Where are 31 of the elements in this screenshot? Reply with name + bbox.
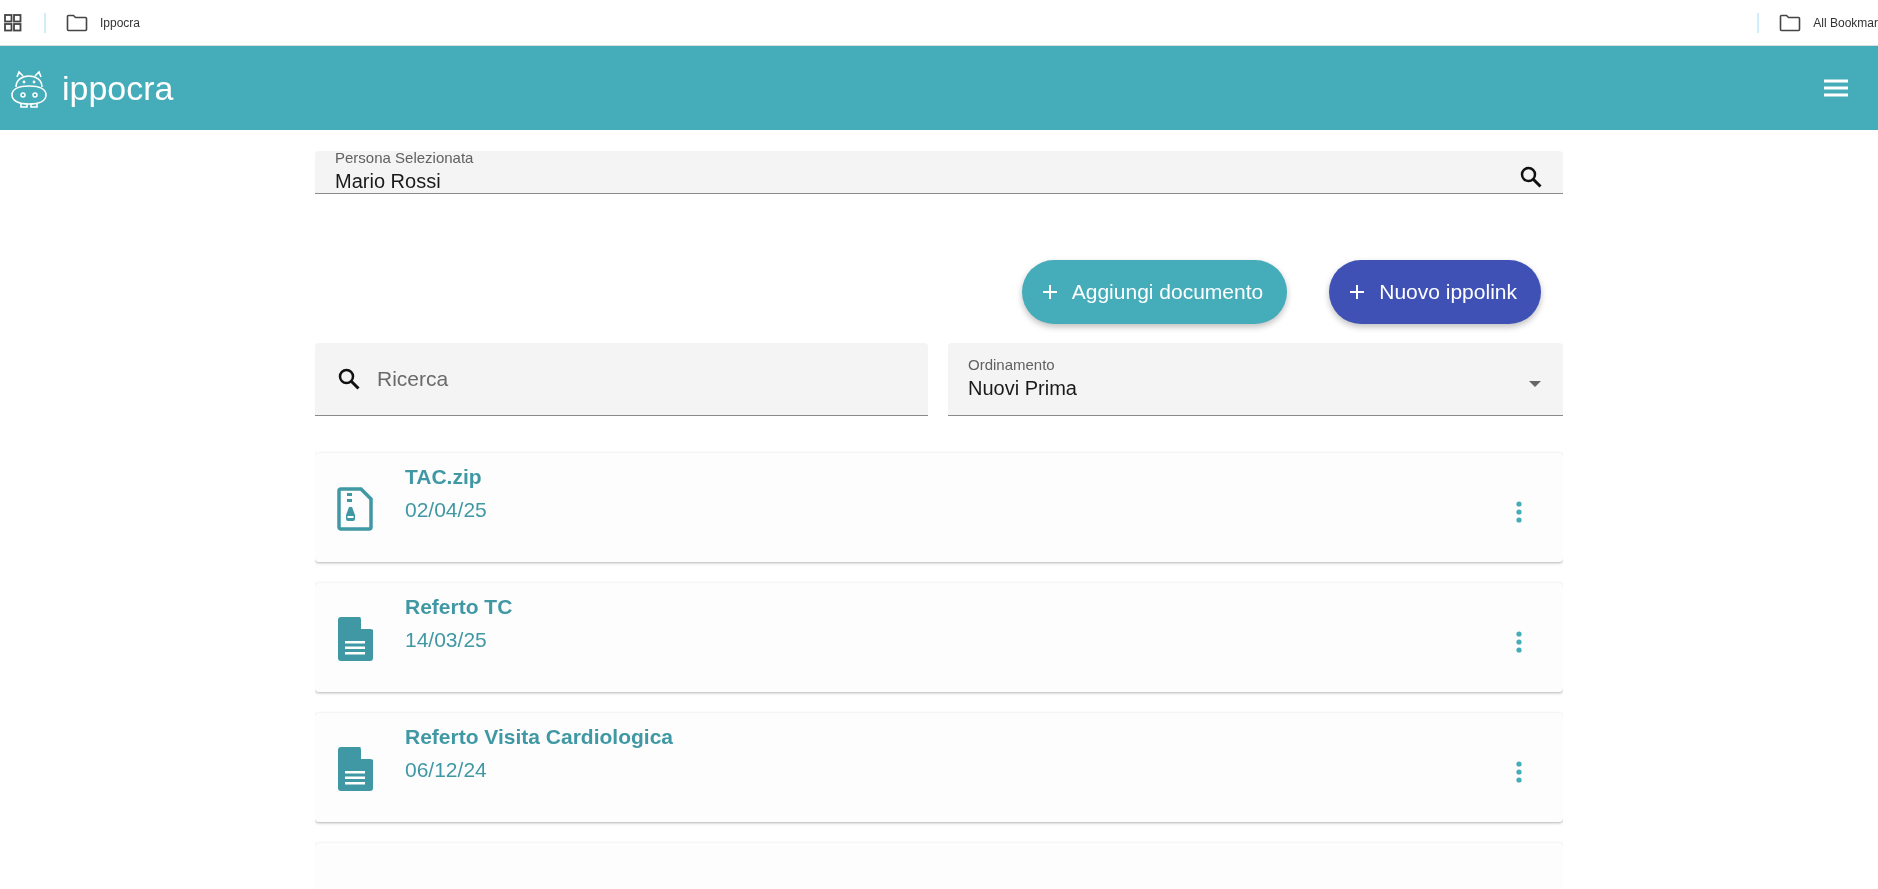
document-title: Referto Visita Cardiologica bbox=[405, 725, 675, 749]
document-date: 02/04/25 bbox=[405, 498, 488, 522]
action-button[interactable]: Nuovo ippolink bbox=[1329, 260, 1541, 324]
search-field[interactable]: Ricerca bbox=[315, 343, 928, 416]
bookmark-link[interactable]: Ippocra bbox=[100, 15, 141, 30]
plus-icon bbox=[1041, 284, 1058, 300]
document-icon bbox=[337, 617, 373, 661]
zip-file-icon bbox=[337, 487, 373, 531]
search-icon bbox=[1519, 165, 1543, 189]
bookmark-link[interactable]: All Bookmar bbox=[1813, 15, 1878, 30]
folder-icon bbox=[66, 13, 88, 32]
more-options-icon bbox=[1515, 501, 1523, 523]
plus-icon bbox=[1349, 284, 1366, 300]
app-title: ippocra bbox=[62, 68, 174, 108]
field-label: Persona Selezionata bbox=[335, 151, 475, 166]
document-icon bbox=[337, 747, 373, 791]
document-title: TAC.zip bbox=[405, 465, 483, 489]
field-value: Nuovi Prima bbox=[968, 377, 1078, 400]
apps-grid-icon[interactable] bbox=[4, 13, 22, 32]
dropdown-caret-icon bbox=[1529, 381, 1541, 387]
more-options-icon bbox=[1515, 761, 1523, 783]
document-date: 06/12/24 bbox=[405, 758, 488, 782]
document-title: Referto TC bbox=[405, 595, 514, 619]
more-options-icon bbox=[1515, 631, 1523, 653]
document-date: 14/03/25 bbox=[405, 628, 488, 652]
field-value: Mario Rossi bbox=[335, 170, 442, 193]
sort-select[interactable]: Ordinamento Nuovi Prima bbox=[948, 343, 1563, 416]
folder-icon bbox=[1779, 13, 1802, 32]
search-icon bbox=[337, 367, 361, 391]
field-label: Ordinamento bbox=[968, 356, 1056, 373]
person-field[interactable]: Persona Selezionata Mario Rossi bbox=[315, 151, 1563, 194]
